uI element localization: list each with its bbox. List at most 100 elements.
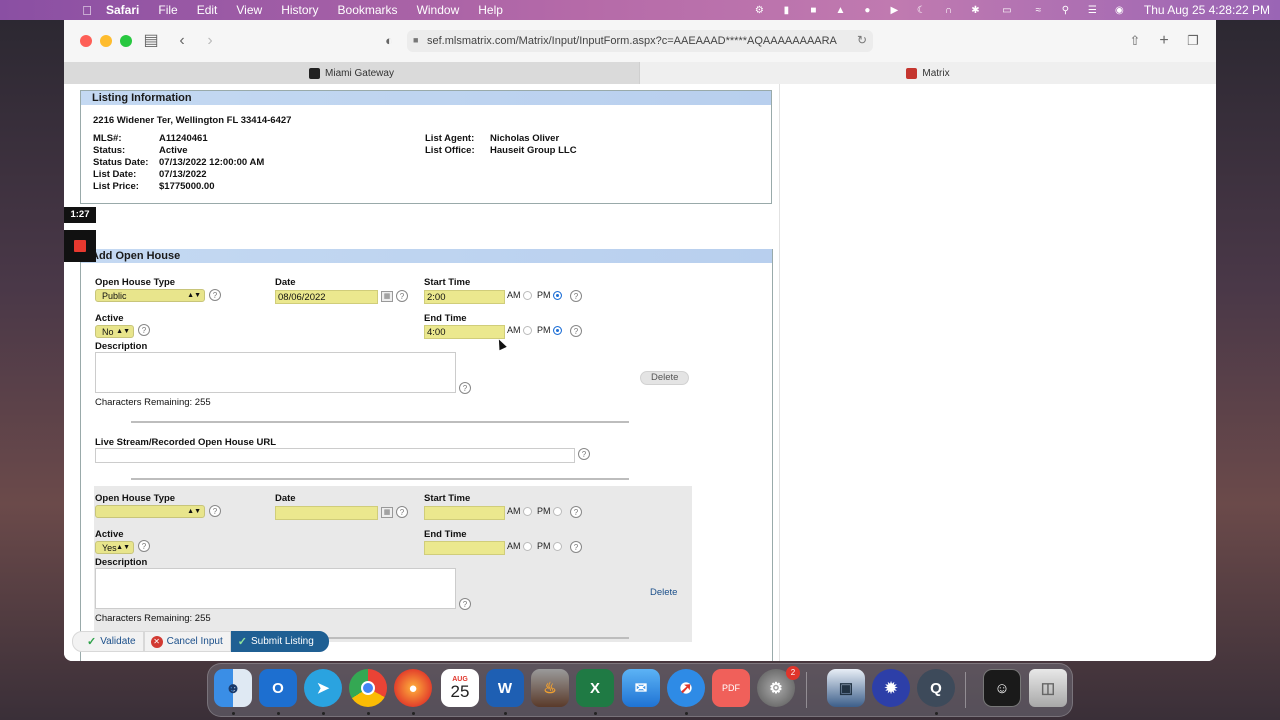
menu-history[interactable]: History (281, 3, 318, 17)
excel-icon[interactable]: X (576, 669, 614, 707)
firefox-icon[interactable]: ● (394, 669, 432, 707)
bluetooth-icon[interactable]: ✱ (969, 5, 982, 16)
help-icon[interactable]: ? (209, 505, 221, 517)
wifi-icon[interactable]: ≈ (1032, 5, 1045, 16)
oh1-end-am-radio[interactable] (523, 326, 532, 335)
stop-recording-button[interactable] (64, 230, 96, 262)
back-icon[interactable]: ‹ (172, 32, 192, 50)
mail-icon[interactable]: ✉ (622, 669, 660, 707)
trash-icon[interactable]: ◫ (1029, 669, 1067, 707)
siri-icon[interactable]: ◉ (1113, 5, 1126, 16)
sunburst-icon[interactable]: ✹ (872, 669, 910, 707)
oh1-type-select[interactable]: Public ▲▼ (95, 289, 205, 302)
help-icon[interactable]: ? (396, 506, 408, 518)
help-icon[interactable]: ? (570, 541, 582, 553)
oh1-delete-button[interactable]: Delete (640, 371, 690, 385)
help-icon[interactable]: ? (138, 324, 150, 336)
help-icon[interactable]: ? (459, 382, 471, 394)
minimize-window-button[interactable] (100, 35, 112, 47)
apple-menu-icon[interactable]:  (72, 3, 102, 18)
oh1-end-input[interactable]: 4:00 (424, 325, 505, 339)
help-icon[interactable]: ? (570, 325, 582, 337)
preview-icon[interactable]: ▣ (827, 669, 865, 707)
lock-status-icon[interactable]: ■ (807, 5, 820, 16)
address-bar[interactable]: ■ sef.mlsmatrix.com/Matrix/Input/InputFo… (407, 30, 873, 52)
moon-icon[interactable]: ☾ (915, 5, 928, 16)
live-stream-url-input[interactable] (95, 448, 575, 463)
oh1-start-am-radio[interactable] (523, 291, 532, 300)
menu-edit[interactable]: Edit (197, 3, 218, 17)
oh2-end-input[interactable] (424, 541, 505, 555)
pdf-icon[interactable]: PDF (712, 669, 750, 707)
oh2-type-select[interactable]: ▲▼ (95, 505, 205, 518)
menu-clock[interactable]: Thu Aug 25 4:28:22 PM (1144, 3, 1270, 17)
oh2-active-select[interactable]: Yes ▲▼ (95, 541, 134, 554)
clapper-status-icon[interactable]: ▮ (780, 5, 793, 16)
share-icon[interactable]: ⇧ (1125, 32, 1145, 50)
submit-listing-button[interactable]: ✓ Submit Listing (230, 631, 329, 652)
forward-icon[interactable]: › (200, 32, 220, 50)
safari-window: ▤ ‹ › ◐ ■ sef.mlsmatrix.com/Matrix/Input… (64, 20, 1216, 661)
chrome-icon[interactable] (349, 669, 387, 707)
help-icon[interactable]: ? (209, 289, 221, 301)
outlook-icon[interactable]: O (259, 669, 297, 707)
finder-icon[interactable]: ☻ (214, 669, 252, 707)
oh2-start-am-radio[interactable] (523, 507, 532, 516)
airpods-icon[interactable]: ∩ (942, 5, 955, 16)
help-icon[interactable]: ? (138, 540, 150, 552)
telegram-icon[interactable]: ➤ (304, 669, 342, 707)
help-icon[interactable]: ? (459, 598, 471, 610)
validate-button[interactable]: ✓ Validate (72, 631, 144, 652)
help-icon[interactable]: ? (570, 506, 582, 518)
oh1-start-pm-radio[interactable] (553, 291, 562, 300)
screenshot-thumbnail-icon[interactable]: ☺ (983, 669, 1021, 707)
menu-file[interactable]: File (158, 3, 177, 17)
help-icon[interactable]: ? (396, 290, 408, 302)
new-tab-icon[interactable]: + (1154, 32, 1174, 50)
menu-bookmarks[interactable]: Bookmarks (338, 3, 398, 17)
word-icon[interactable]: W (486, 669, 524, 707)
tab-miami-gateway[interactable]: Miami Gateway (64, 62, 640, 84)
tab-matrix[interactable]: Matrix (640, 62, 1216, 84)
system-settings-icon[interactable]: ⚙ 2 (757, 666, 800, 707)
battery-icon[interactable]: ▭ (996, 5, 1018, 16)
menu-help[interactable]: Help (478, 3, 503, 17)
close-window-button[interactable] (80, 35, 92, 47)
zoom-window-button[interactable] (120, 35, 132, 47)
safari-icon[interactable]: ➚ (667, 669, 705, 707)
drive-status-icon[interactable]: ▲ (834, 5, 847, 16)
gear-status-icon[interactable]: ⚙ (753, 5, 766, 16)
calendar-icon[interactable]: ▦ (381, 507, 393, 518)
calendar-day: 25 (450, 682, 470, 701)
shield-icon[interactable]: ◐ (379, 32, 399, 50)
oh2-end-am-radio[interactable] (523, 542, 532, 551)
oh2-start-pm-radio[interactable] (553, 507, 562, 516)
calendar-icon[interactable]: AUG 25 (441, 669, 479, 707)
quicktime-icon[interactable]: Q (917, 669, 955, 707)
help-icon[interactable]: ? (578, 448, 590, 460)
oh1-date-input[interactable]: 08/06/2022 (275, 290, 378, 304)
record-status-icon[interactable]: ● (861, 5, 874, 16)
menu-view[interactable]: View (236, 3, 262, 17)
control-center-icon[interactable]: ☰ (1086, 5, 1099, 16)
menu-window[interactable]: Window (417, 3, 460, 17)
oh2-delete-button[interactable]: Delete (640, 587, 687, 601)
oh2-start-input[interactable] (424, 506, 505, 520)
oh1-end-pm-radio[interactable] (553, 326, 562, 335)
app-menu[interactable]: Safari (106, 3, 139, 17)
calendar-icon[interactable]: ▦ (381, 291, 393, 302)
oh2-date-input[interactable] (275, 506, 378, 520)
reload-icon[interactable]: ↻ (857, 33, 867, 47)
photo-booth-icon[interactable]: ♨ (531, 669, 569, 707)
oh2-end-pm-radio[interactable] (553, 542, 562, 551)
oh2-description-textarea[interactable] (95, 568, 456, 609)
sidebar-toggle-icon[interactable]: ▤ (141, 32, 161, 50)
play-status-icon[interactable]: ▶ (888, 5, 901, 16)
help-icon[interactable]: ? (570, 290, 582, 302)
oh1-description-textarea[interactable] (95, 352, 456, 393)
tab-overview-icon[interactable]: ❐ (1183, 32, 1203, 50)
oh1-start-input[interactable]: 2:00 (424, 290, 505, 304)
search-icon[interactable]: ⚲ (1059, 5, 1072, 16)
oh1-active-select[interactable]: No ▲▼ (95, 325, 134, 338)
cancel-input-button[interactable]: ✕ Cancel Input (143, 631, 231, 652)
